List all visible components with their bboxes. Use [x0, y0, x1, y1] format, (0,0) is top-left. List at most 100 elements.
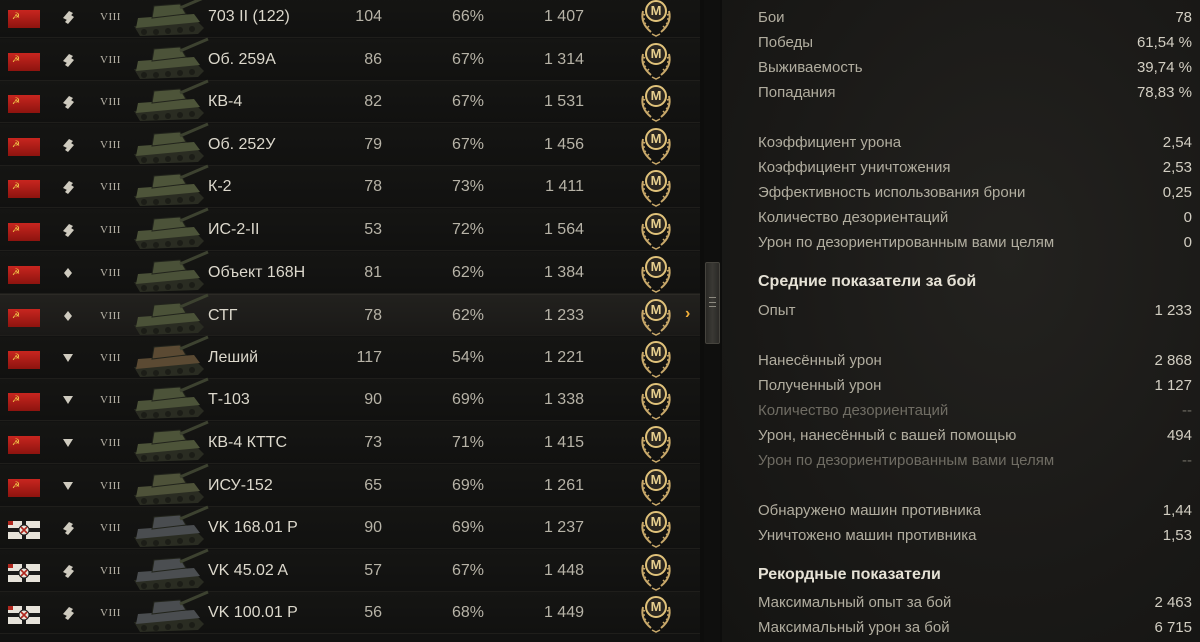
vehicle-row[interactable]: ☭ VIII 703 II (122) 104 66% 1 407 M — [0, 0, 700, 38]
vehicle-tier: VIII — [100, 138, 121, 151]
vehicle-row[interactable]: ☭ VIII Леший 117 54% 1 221 M — [0, 335, 700, 379]
germany-flag-icon — [8, 606, 40, 625]
vehicle-avg-exp: 1 415 — [543, 434, 584, 451]
vehicle-win-rate: 72% — [451, 221, 484, 238]
vehicle-tier: VIII — [100, 53, 121, 66]
vehicle-avg-exp: 1 384 — [543, 263, 584, 281]
vehicle-tier: VIII — [100, 351, 121, 364]
stat-label: Обнаружено машин противника — [758, 502, 982, 519]
stat-row: Количество дезориентаций 0 — [758, 205, 1192, 230]
vehicle-row[interactable]: ☭ VIII Т-103 90 69% 1 338 M — [0, 378, 700, 422]
stat-row: Коэффициент урона 2,54 — [758, 130, 1192, 155]
mastery-badge-letter: M — [650, 258, 662, 274]
vehicle-avg-exp: 1 237 — [543, 519, 584, 537]
mastery-badge-letter: M — [650, 45, 662, 61]
vehicle-tier: VIII — [100, 181, 121, 194]
stat-value: 78 — [1175, 9, 1192, 26]
vehicle-row[interactable]: ☭ VIII ИСУ-152 65 69% 1 261 M — [0, 463, 700, 507]
vehicle-name: К-2 — [208, 178, 232, 196]
vehicle-battles: 90 — [364, 519, 382, 537]
vehicle-name: ИС-2-II — [208, 221, 260, 238]
stat-row: Выживаемость 39,74 % — [758, 55, 1192, 80]
heavy-tank-class-icon — [60, 136, 76, 154]
stat-row: Максимальный опыт за бой 2 463 — [758, 590, 1192, 615]
ussr-flag-icon: ☭ — [8, 137, 40, 156]
stat-value: 1,44 — [1162, 502, 1192, 519]
vehicle-win-rate: 67% — [451, 50, 484, 68]
vehicle-name: 703 II (122) — [208, 8, 290, 25]
ussr-flag-icon: ☭ — [8, 309, 40, 328]
section-title-records: Рекордные показатели — [758, 566, 941, 583]
grip-icon — [709, 297, 716, 307]
stat-label: Максимальный урон за бой — [758, 619, 950, 636]
stat-label: Урон по дезориентированным вами целям — [758, 452, 1055, 469]
stat-row: Полученный урон 1 127 — [758, 373, 1192, 398]
stat-value: -- — [1182, 402, 1192, 419]
tank-image — [128, 33, 210, 81]
vehicle-row[interactable]: ☭ VIII Об. 252У 79 67% 1 456 M — [0, 122, 700, 166]
ussr-flag-icon: ☭ — [8, 223, 40, 241]
scrollbar-thumb[interactable] — [705, 262, 720, 344]
vehicle-avg-exp: 1 407 — [543, 8, 584, 25]
mastery-badge-letter: M — [650, 556, 662, 572]
vehicle-tier: VIII — [100, 522, 121, 535]
stat-label: Победы — [758, 34, 814, 51]
stat-row: Обнаружено машин противника 1,44 — [758, 498, 1192, 523]
vehicle-name: VK 100.01 P — [208, 604, 298, 622]
vehicle-win-rate: 62% — [451, 307, 484, 325]
mastery-badge-icon: M — [637, 0, 675, 37]
stat-row: Урон, нанесённый с вашей помощью 494 — [758, 423, 1192, 448]
vehicle-tier: VIII — [100, 607, 121, 620]
mastery-badge-letter: M — [650, 386, 662, 402]
td-tank-class-icon — [60, 391, 76, 409]
stat-value: 2 868 — [1154, 352, 1192, 369]
mastery-badge-letter: M — [650, 471, 662, 487]
vehicle-battles: 104 — [355, 8, 382, 25]
vehicle-row[interactable]: ☭ VIII КВ-4 82 67% 1 531 M — [0, 79, 700, 124]
vehicle-row[interactable]: ☭ VIII Об. 259А 86 67% 1 314 M — [0, 37, 700, 81]
vehicle-row[interactable]: ☭ VIII ИС-2-II 53 72% 1 564 M — [0, 207, 700, 251]
ussr-flag-icon: ☭ — [8, 180, 40, 199]
tank-image — [128, 331, 210, 379]
vehicle-row[interactable]: ☭ VIII КВ-4 КТТС 73 71% 1 415 M — [0, 420, 700, 464]
vehicle-name: СТГ — [208, 307, 238, 325]
germany-flag-icon — [8, 521, 40, 540]
stat-value: 6 715 — [1154, 619, 1192, 636]
vehicle-battles: 53 — [364, 221, 382, 238]
medium-tank-class-icon — [60, 264, 76, 282]
vehicle-tier: VIII — [100, 266, 121, 279]
stat-value: 1 127 — [1154, 377, 1192, 394]
mastery-badge-icon: M — [637, 167, 675, 208]
td-tank-class-icon — [60, 434, 76, 452]
vehicle-row[interactable]: VIII VK 100.01 P 56 68% 1 449 M — [0, 591, 700, 635]
mastery-badge-icon: M — [637, 466, 675, 506]
mastery-badge-letter: M — [650, 302, 662, 318]
mastery-badge-icon: M — [637, 40, 675, 80]
ussr-flag-icon: ☭ — [8, 95, 40, 114]
tank-image — [128, 75, 210, 123]
vehicle-battles: 86 — [364, 50, 382, 68]
ussr-flag-icon: ☭ — [8, 478, 40, 497]
heavy-tank-class-icon — [60, 178, 76, 196]
tank-image — [128, 416, 210, 464]
stat-row: Победы 61,54 % — [758, 30, 1192, 55]
tank-image — [128, 586, 210, 634]
vehicle-win-rate: 69% — [451, 476, 484, 494]
vehicle-row[interactable]: ☭ VIII СТГ 78 62% 1 233 M › — [0, 293, 700, 337]
stat-row: Эффективность использования брони 0,25 — [758, 180, 1192, 205]
stat-label: Уничтожено машин противника — [758, 527, 977, 544]
vehicle-battles: 81 — [364, 263, 382, 281]
vehicle-row[interactable]: ☭ VIII Объект 168Н 81 62% 1 384 M — [0, 250, 700, 294]
ussr-flag-icon: ☭ — [8, 10, 40, 28]
stat-label: Количество дезориентаций — [758, 402, 949, 419]
mastery-badge-letter: M — [650, 88, 662, 104]
mastery-badge-icon: M — [637, 253, 675, 293]
vehicle-row[interactable]: VIII VK 168.01 P 90 69% 1 237 M — [0, 505, 700, 550]
heavy-tank-class-icon — [60, 51, 76, 69]
vehicle-row[interactable]: ☭ VIII К-2 78 73% 1 411 M — [0, 165, 700, 209]
vehicle-avg-exp: 1 449 — [543, 604, 584, 622]
mastery-badge-icon: M — [637, 508, 675, 549]
vehicle-avg-exp: 1 261 — [543, 476, 584, 494]
stat-row: Нанесённый урон 2 868 — [758, 348, 1192, 373]
vehicle-row[interactable]: VIII VK 45.02 A 57 67% 1 448 M — [0, 548, 700, 592]
